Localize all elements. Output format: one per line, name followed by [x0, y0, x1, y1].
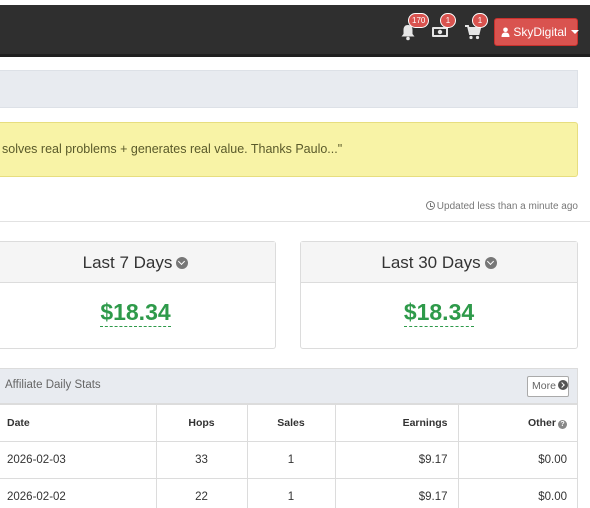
- more-label: More: [532, 380, 556, 392]
- user-menu-button[interactable]: SkyDigital: [494, 18, 579, 46]
- notifications-count-badge: 170: [408, 13, 430, 28]
- cell-hops: 22: [155, 478, 248, 508]
- top-navbar: 170 1 1 SkyDigital: [0, 5, 590, 57]
- cell-earnings: $9.17: [334, 441, 459, 479]
- cell-earnings: $9.17: [334, 478, 459, 508]
- column-header-hops[interactable]: Hops: [155, 404, 248, 442]
- table-row: 2026-02-02 22 1 $9.17 $0.00: [0, 478, 578, 508]
- cell-date: 2026-02-02: [0, 478, 157, 508]
- stat-card-last-30-days: Last 30 Days $18.34: [300, 241, 578, 349]
- notifications-button[interactable]: 170: [397, 13, 430, 45]
- affiliate-daily-stats-panel: Affiliate Daily Stats More Date Hops Sal…: [0, 368, 578, 508]
- daily-stats-table: Date Hops Sales Earnings Other? 2026-02-…: [0, 404, 578, 508]
- stat-card-value[interactable]: $18.34: [403, 299, 475, 327]
- cell-hops: 33: [155, 441, 248, 479]
- table-row: 2026-02-03 33 1 $9.17 $0.00: [0, 441, 578, 479]
- chevron-down-circle-icon[interactable]: [176, 257, 189, 269]
- more-button[interactable]: More: [527, 376, 569, 397]
- cell-date: 2026-02-03: [0, 441, 157, 479]
- column-header-earnings[interactable]: Earnings: [334, 404, 459, 442]
- column-header-date[interactable]: Date: [0, 404, 157, 442]
- testimonial-alert: solves real problems + generates real va…: [0, 122, 578, 177]
- divider: [0, 221, 590, 222]
- cell-sales: 1: [246, 441, 336, 479]
- cell-other: $0.00: [457, 478, 578, 508]
- stat-card-header[interactable]: Last 30 Days: [301, 242, 577, 283]
- stat-card-title: Last 30 Days: [381, 253, 481, 272]
- money-count-badge: 1: [440, 13, 456, 28]
- table-header-row: Date Hops Sales Earnings Other?: [0, 404, 578, 442]
- alert-text: solves real problems + generates real va…: [2, 142, 343, 156]
- user-icon: [501, 27, 510, 37]
- cart-button[interactable]: 1: [462, 13, 488, 45]
- stat-card-header[interactable]: Last 7 Days: [0, 242, 275, 283]
- cart-count-badge: 1: [472, 13, 488, 28]
- updated-text: Updated less than a minute ago: [436, 201, 578, 212]
- user-name: SkyDigital: [513, 25, 567, 39]
- stat-card-last-7-days: Last 7 Days $18.34: [0, 241, 276, 349]
- chevron-down-circle-icon[interactable]: [484, 257, 497, 269]
- stat-card-value[interactable]: $18.34: [100, 299, 171, 327]
- column-header-other[interactable]: Other?: [457, 404, 578, 442]
- clock-icon: [425, 201, 435, 210]
- money-button[interactable]: 1: [429, 13, 456, 45]
- updated-status: Updated less than a minute ago: [300, 201, 578, 212]
- chevron-down-icon: [570, 30, 579, 34]
- cell-sales: 1: [246, 478, 336, 508]
- question-circle-icon[interactable]: ?: [558, 420, 567, 429]
- chevron-right-circle-icon: [557, 380, 568, 390]
- panel-title: Affiliate Daily Stats: [5, 379, 101, 391]
- stat-card-value-wrap: $18.34: [0, 283, 275, 327]
- column-header-sales[interactable]: Sales: [246, 404, 336, 442]
- panel-header: Affiliate Daily Stats More: [0, 369, 577, 404]
- column-header-other-label: Other: [527, 417, 556, 429]
- breadcrumb: [0, 70, 578, 108]
- stat-card-title: Last 7 Days: [82, 253, 173, 272]
- stat-card-value-wrap: $18.34: [301, 283, 577, 327]
- cell-other: $0.00: [457, 441, 578, 479]
- page: 170 1 1 SkyDigital solves real problems …: [0, 0, 590, 508]
